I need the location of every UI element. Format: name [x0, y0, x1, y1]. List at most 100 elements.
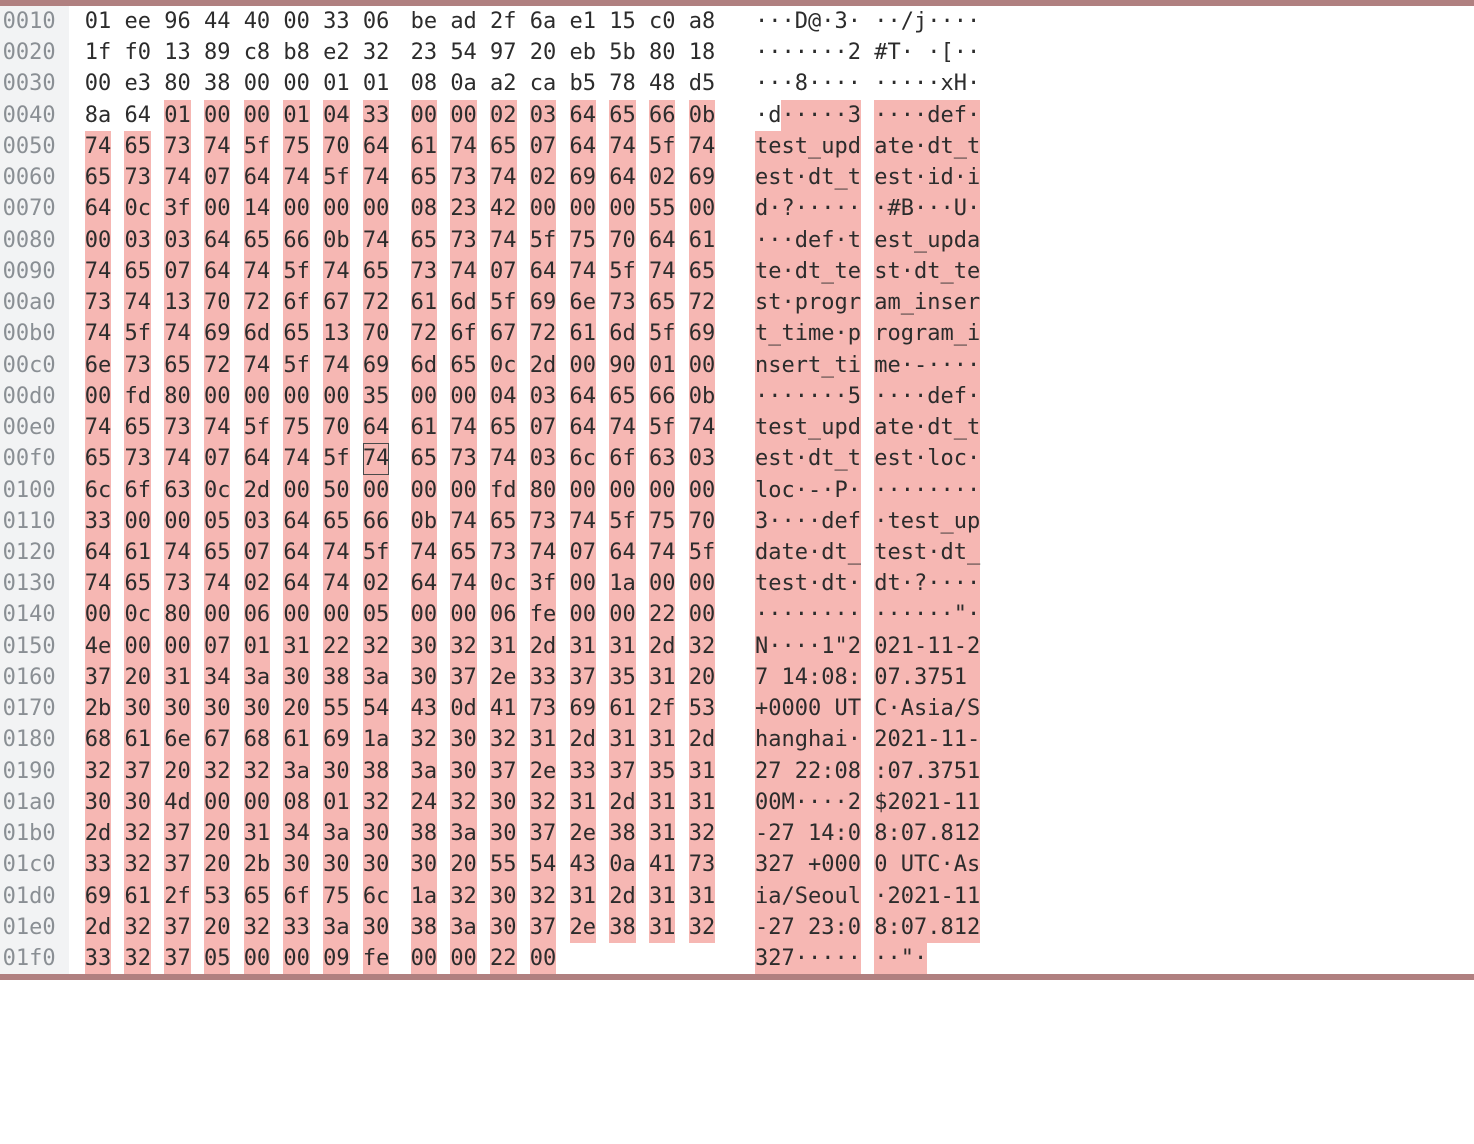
hex-byte[interactable]: 6d: [450, 287, 477, 318]
hex-bytes[interactable]: 8a64010000010433000002036465660b: [85, 100, 715, 131]
ascii-char[interactable]: ·: [927, 599, 940, 630]
hex-byte[interactable]: 31: [570, 787, 597, 818]
hex-byte[interactable]: 00: [530, 943, 557, 974]
ascii-char[interactable]: u: [821, 131, 834, 162]
ascii-char[interactable]: a: [874, 287, 887, 318]
ascii-char[interactable]: ·: [821, 37, 834, 68]
hex-byte[interactable]: 37: [570, 662, 597, 693]
ascii-char[interactable]: l: [927, 443, 940, 474]
hex-byte[interactable]: 74: [490, 443, 517, 474]
hex-byte[interactable]: 32: [124, 943, 151, 974]
ascii-char[interactable]: ·: [887, 100, 900, 131]
ascii-char[interactable]: -: [954, 631, 967, 662]
ascii-char[interactable]: ·: [821, 381, 834, 412]
ascii-char[interactable]: e: [848, 256, 861, 287]
hex-byte[interactable]: 64: [244, 443, 271, 474]
hex-byte[interactable]: 00: [85, 381, 112, 412]
hex-byte[interactable]: 73: [490, 537, 517, 568]
ascii-bytes[interactable]: ···def·test_upda: [755, 225, 980, 256]
hex-byte[interactable]: 0b: [411, 506, 438, 537]
hex-byte[interactable]: 73: [530, 693, 557, 724]
hex-byte[interactable]: 31: [689, 756, 716, 787]
hex-byte[interactable]: 00: [244, 943, 271, 974]
ascii-char[interactable]: d: [821, 537, 834, 568]
hex-byte[interactable]: fe: [530, 599, 557, 630]
hex-byte[interactable]: 3a: [283, 756, 310, 787]
hex-byte[interactable]: 31: [570, 631, 597, 662]
hex-byte[interactable]: 00: [609, 475, 636, 506]
ascii-char[interactable]: a: [874, 131, 887, 162]
hex-byte[interactable]: 3a: [450, 912, 477, 943]
ascii-char[interactable]: 2: [848, 631, 861, 662]
hex-byte[interactable]: 34: [283, 818, 310, 849]
hex-byte[interactable]: 0c: [124, 599, 151, 630]
hex-byte[interactable]: 05: [204, 506, 231, 537]
ascii-char[interactable]: ·: [967, 193, 980, 224]
hex-byte[interactable]: 00: [363, 193, 390, 224]
ascii-char[interactable]: :: [874, 756, 887, 787]
ascii-char[interactable]: ·: [887, 599, 900, 630]
ascii-char[interactable]: e: [768, 256, 781, 287]
ascii-char[interactable]: ·: [874, 381, 887, 412]
ascii-char[interactable]: ·: [901, 37, 914, 68]
hex-byte[interactable]: 20: [283, 693, 310, 724]
ascii-char[interactable]: _: [808, 131, 821, 162]
ascii-char[interactable]: 3: [755, 506, 768, 537]
ascii-char[interactable]: a: [927, 318, 940, 349]
hex-byte[interactable]: 33: [85, 506, 112, 537]
hex-byte[interactable]: fe: [363, 943, 390, 974]
hex-byte[interactable]: 3a: [323, 912, 350, 943]
ascii-char[interactable]: ·: [808, 568, 821, 599]
hex-byte[interactable]: 32: [124, 849, 151, 880]
hex-byte[interactable]: 3a: [323, 818, 350, 849]
hex-byte[interactable]: 67: [490, 318, 517, 349]
hex-byte[interactable]: 6f: [450, 318, 477, 349]
ascii-char[interactable]: 2: [768, 818, 781, 849]
hex-byte[interactable]: 66: [649, 381, 676, 412]
ascii-char[interactable]: 1: [967, 787, 980, 818]
hex-byte[interactable]: 74: [363, 162, 390, 193]
hex-byte[interactable]: 02: [363, 568, 390, 599]
hex-byte[interactable]: 33: [363, 100, 390, 131]
hex-byte[interactable]: 31: [609, 631, 636, 662]
hex-byte[interactable]: 65: [244, 225, 271, 256]
ascii-char[interactable]: [887, 849, 900, 880]
hex-byte[interactable]: 31: [689, 881, 716, 912]
hex-byte[interactable]: 32: [530, 787, 557, 818]
ascii-char[interactable]: d: [940, 537, 953, 568]
ascii-char[interactable]: d: [914, 256, 927, 287]
hex-byte[interactable]: 13: [164, 37, 191, 68]
hex-byte[interactable]: 38: [204, 68, 231, 99]
ascii-char[interactable]: ·: [967, 381, 980, 412]
hex-byte[interactable]: 5f: [649, 318, 676, 349]
hex-byte[interactable]: 74: [283, 443, 310, 474]
ascii-char[interactable]: t: [940, 131, 953, 162]
ascii-char[interactable]: n: [781, 724, 794, 755]
hex-byte[interactable]: 00: [570, 193, 597, 224]
hex-byte[interactable]: 00: [689, 193, 716, 224]
hex-byte[interactable]: 73: [85, 287, 112, 318]
hex-byte[interactable]: 61: [609, 693, 636, 724]
ascii-char[interactable]: 8: [940, 912, 953, 943]
hex-byte[interactable]: 00: [609, 193, 636, 224]
ascii-char[interactable]: ·: [954, 568, 967, 599]
ascii-char[interactable]: 7: [901, 756, 914, 787]
ascii-char[interactable]: a: [768, 537, 781, 568]
ascii-bytes[interactable]: st·program_inser: [755, 287, 980, 318]
hex-byte[interactable]: 74: [450, 412, 477, 443]
hex-byte[interactable]: 37: [164, 849, 191, 880]
ascii-char[interactable]: ·: [768, 193, 781, 224]
ascii-char[interactable]: 0: [781, 693, 794, 724]
ascii-char[interactable]: e: [967, 256, 980, 287]
hex-byte[interactable]: 2b: [244, 849, 271, 880]
hex-byte[interactable]: 74: [164, 318, 191, 349]
ascii-char[interactable]: 3: [755, 943, 768, 974]
hex-bytes[interactable]: 00e3803800000101080aa2cab57848d5: [85, 68, 715, 99]
hex-byte[interactable]: 00: [450, 943, 477, 974]
ascii-char[interactable]: ·: [940, 350, 953, 381]
ascii-char[interactable]: B: [901, 193, 914, 224]
hex-byte[interactable]: 64: [649, 225, 676, 256]
hex-byte[interactable]: 03: [530, 381, 557, 412]
hex-byte[interactable]: 65: [490, 412, 517, 443]
hex-byte[interactable]: 6f: [283, 881, 310, 912]
